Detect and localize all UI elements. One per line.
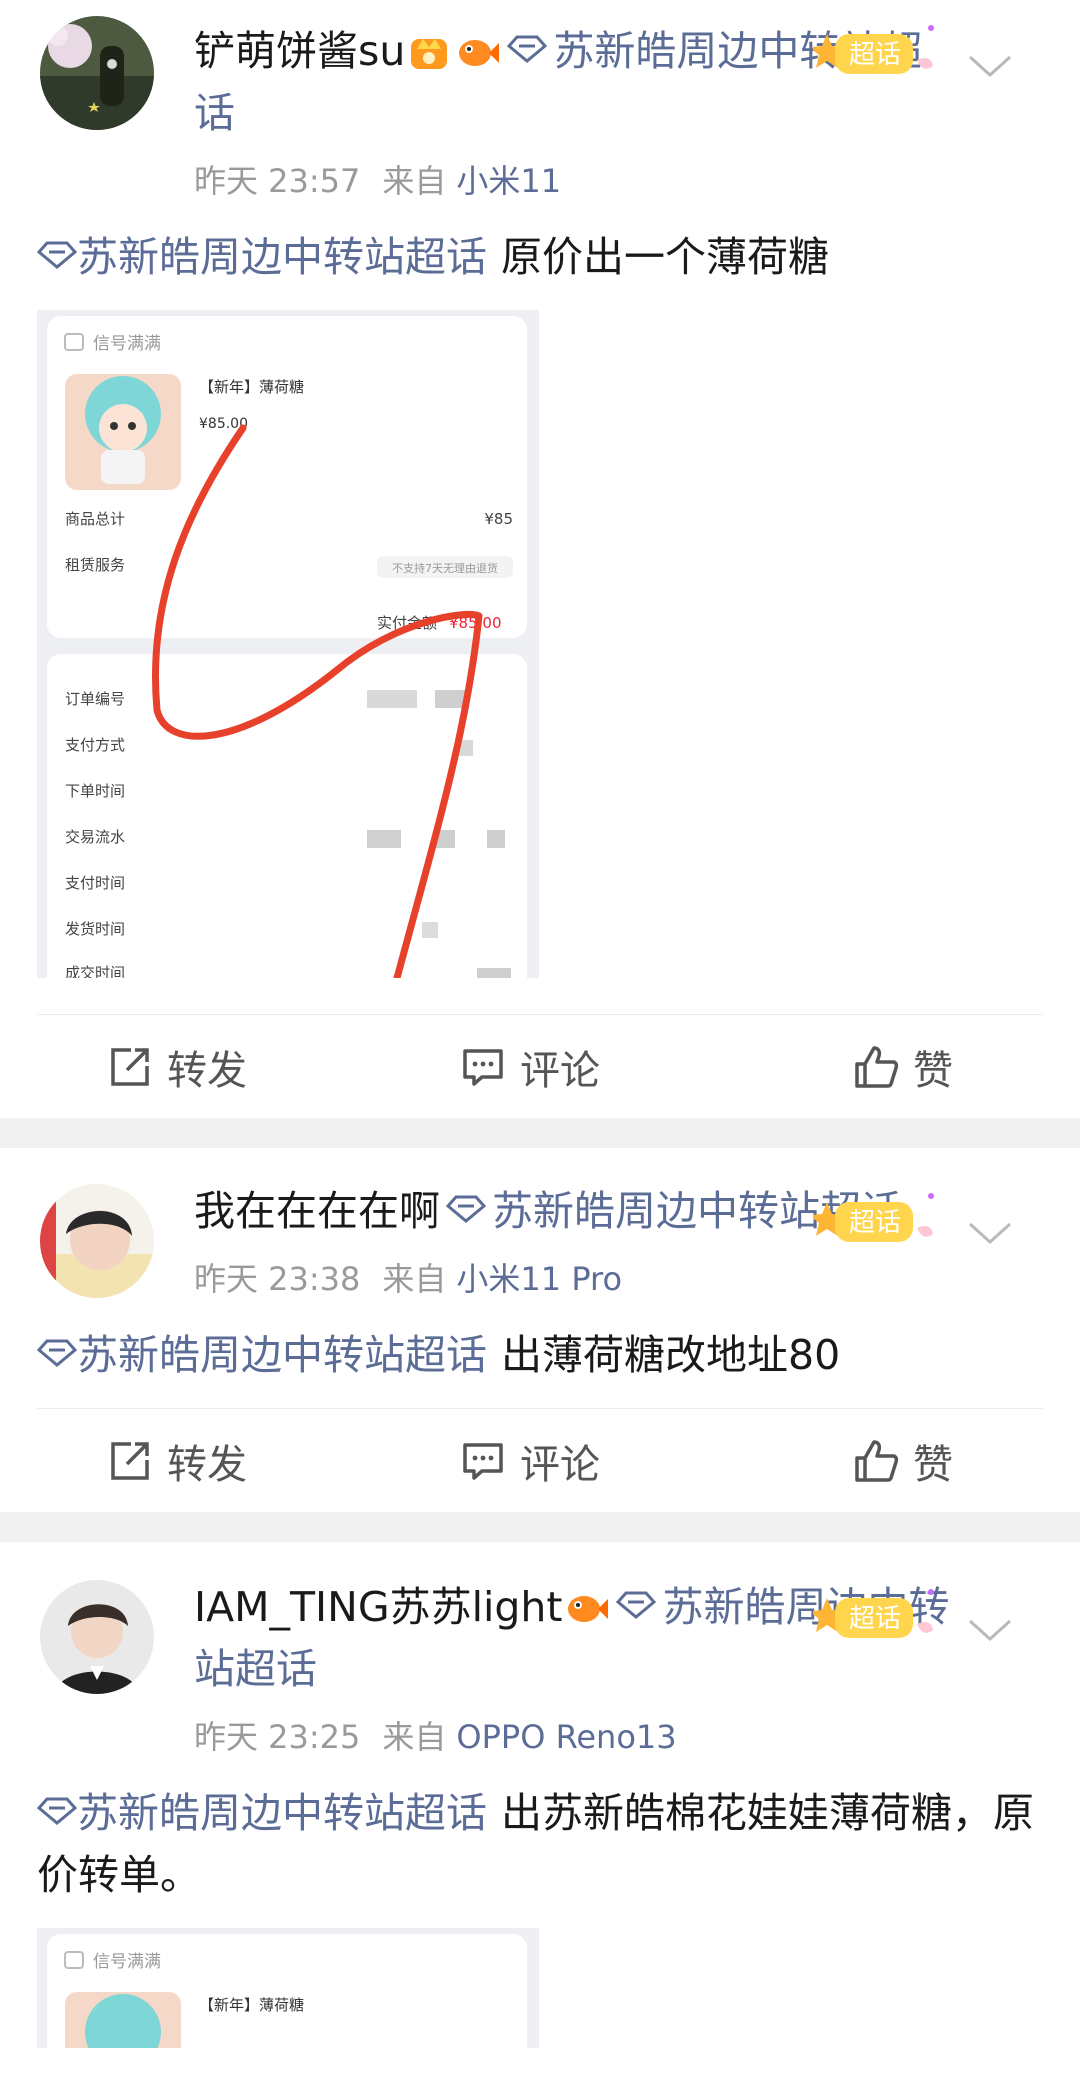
action-bar: 转发 评论 赞 bbox=[37, 1408, 1043, 1512]
diamond-topic-icon bbox=[36, 224, 78, 269]
post-content: 苏新皓周边中转站超话 出苏新皓棉花娃娃薄荷糖，原价转单。 bbox=[36, 1780, 1043, 1906]
like-button[interactable]: 赞 bbox=[671, 1432, 1043, 1490]
repost-label: 转发 bbox=[167, 1441, 247, 1488]
post-time: 昨天 23:25 bbox=[194, 1718, 361, 1756]
feed-divider bbox=[0, 1118, 1080, 1148]
avatar[interactable] bbox=[40, 1580, 154, 1694]
comment-button[interactable]: 评论 bbox=[389, 1038, 671, 1096]
product-title: 【新年】薄荷糖 bbox=[199, 1996, 304, 2014]
svg-text:超话: 超话 bbox=[849, 1208, 901, 1238]
order-label: 成交时间 bbox=[65, 964, 125, 978]
chevron-down-icon[interactable] bbox=[967, 53, 1013, 81]
total-value: ¥85 bbox=[484, 510, 513, 528]
post-meta: 昨天 23:38 来自 小米11 Pro bbox=[194, 1254, 953, 1300]
comment-button[interactable]: 评论 bbox=[389, 1432, 671, 1490]
post-time: 昨天 23:57 bbox=[194, 162, 361, 200]
content-topic-link[interactable]: 苏新皓周边中转站超话 bbox=[77, 1789, 487, 1837]
like-icon bbox=[855, 1439, 899, 1482]
username[interactable]: IAM_TING苏苏light bbox=[194, 1583, 562, 1631]
diamond-topic-icon bbox=[616, 1574, 657, 1619]
username[interactable]: 铲萌饼酱su bbox=[194, 27, 405, 75]
total-label: 商品总计 bbox=[65, 510, 125, 528]
repost-button[interactable]: 转发 bbox=[37, 1038, 389, 1096]
post-card[interactable]: 超话 IAM_TING苏苏light 苏新皓周边中转站超话 昨天 23:25 来自 O… bbox=[0, 1542, 1080, 2048]
post-source[interactable]: 小米11 Pro bbox=[456, 1260, 622, 1298]
chaohua-badge-icon: 超话 bbox=[809, 1188, 943, 1254]
post-header: 超话 铲萌饼酱su 苏新皓周边中转站超话 昨天 23:57 来自 小米11 bbox=[37, 8, 1043, 202]
comment-label: 评论 bbox=[520, 1047, 600, 1094]
post-card[interactable]: 超话 我在在在在啊苏新皓周边中转站超话 昨天 23:38 来自 小米11 Pro 苏… bbox=[0, 1148, 1080, 1512]
product-title: 【新年】薄荷糖 bbox=[199, 378, 304, 396]
chevron-down-icon[interactable] bbox=[967, 1617, 1013, 1645]
svg-text:超话: 超话 bbox=[849, 40, 901, 70]
feed-divider bbox=[0, 1512, 1080, 1542]
order-label: 支付时间 bbox=[65, 874, 125, 892]
order-label: 支付方式 bbox=[65, 736, 125, 754]
shop-name: 信号满满 bbox=[93, 1952, 161, 1972]
like-icon bbox=[855, 1045, 899, 1088]
repost-button[interactable]: 转发 bbox=[37, 1432, 389, 1490]
chevron-down-icon[interactable] bbox=[967, 1220, 1013, 1248]
svg-text:超话: 超话 bbox=[849, 1604, 901, 1634]
post-header: 超话 IAM_TING苏苏light 苏新皓周边中转站超话 昨天 23:25 来自 O… bbox=[37, 1572, 1043, 1758]
content-text: 原价出一个薄荷糖 bbox=[501, 233, 829, 281]
content-text: 出薄荷糖改地址80 bbox=[501, 1331, 841, 1379]
like-button[interactable]: 赞 bbox=[671, 1038, 1043, 1096]
diamond-topic-icon bbox=[36, 1322, 78, 1367]
post-image[interactable]: 信号满满 【新年】薄荷糖 ¥85.00 商品总计 ¥85 租赁服务 不支持7天无… bbox=[37, 310, 539, 978]
fish-badge-icon bbox=[564, 1582, 609, 1622]
repost-icon bbox=[111, 1047, 149, 1086]
crown-badge-icon bbox=[407, 26, 451, 69]
like-label: 赞 bbox=[913, 1441, 953, 1488]
comment-label: 评论 bbox=[520, 1441, 600, 1488]
repost-icon bbox=[111, 1441, 149, 1480]
post-header: 超话 我在在在在啊 苏新皓周边中转站超话 昨天 23:38 来自 小米11 Pro bbox=[37, 1178, 1043, 1300]
avatar[interactable] bbox=[40, 1184, 154, 1298]
avatar[interactable] bbox=[40, 16, 154, 130]
action-bar: 转发 评论 赞 bbox=[37, 1014, 1043, 1118]
chaohua-badge-icon: 超话 bbox=[809, 20, 943, 86]
order-label: 订单编号 bbox=[65, 690, 125, 708]
order-label: 交易流水 bbox=[65, 828, 125, 846]
post-meta: 昨天 23:57 来自 小米11 bbox=[194, 156, 953, 202]
fish-badge-icon bbox=[455, 26, 500, 66]
post-card[interactable]: 超话 铲萌饼酱su 苏新皓周边中转站超话 昨天 23:57 来自 小米11 苏新皓周边… bbox=[0, 0, 1080, 1118]
post-image[interactable]: 信号满满 【新年】薄荷糖 bbox=[37, 1928, 539, 2048]
order-label: 发货时间 bbox=[65, 920, 125, 938]
comment-icon bbox=[463, 1048, 503, 1086]
post-content: 苏新皓周边中转站超话 出薄荷糖改地址80 bbox=[36, 1322, 1043, 1386]
post-time: 昨天 23:38 bbox=[194, 1260, 361, 1298]
diamond-topic-icon bbox=[36, 1780, 78, 1825]
comment-icon bbox=[463, 1442, 503, 1480]
post-meta: 昨天 23:25 来自 OPPO Reno13 bbox=[194, 1712, 953, 1758]
post-content: 苏新皓周边中转站超话 原价出一个薄荷糖 bbox=[36, 224, 1043, 288]
post-source[interactable]: 小米11 bbox=[456, 162, 561, 200]
from-label: 来自 bbox=[382, 1718, 447, 1756]
repost-label: 转发 bbox=[167, 1047, 247, 1094]
service-label: 租赁服务 bbox=[65, 556, 125, 574]
diamond-topic-icon bbox=[507, 18, 548, 63]
content-topic-link[interactable]: 苏新皓周边中转站超话 bbox=[77, 1331, 487, 1379]
post-source[interactable]: OPPO Reno13 bbox=[456, 1718, 676, 1756]
service-value: 不支持7天无理由退货 bbox=[392, 561, 498, 575]
from-label: 来自 bbox=[382, 162, 447, 200]
from-label: 来自 bbox=[382, 1260, 447, 1298]
chaohua-badge-icon: 超话 bbox=[809, 1584, 943, 1650]
content-topic-link[interactable]: 苏新皓周边中转站超话 bbox=[77, 233, 487, 281]
like-label: 赞 bbox=[913, 1047, 953, 1094]
order-label: 下单时间 bbox=[65, 782, 125, 800]
username[interactable]: 我在在在在啊 bbox=[194, 1187, 440, 1235]
diamond-topic-icon bbox=[445, 1178, 487, 1223]
shop-name: 信号满满 bbox=[93, 334, 161, 354]
